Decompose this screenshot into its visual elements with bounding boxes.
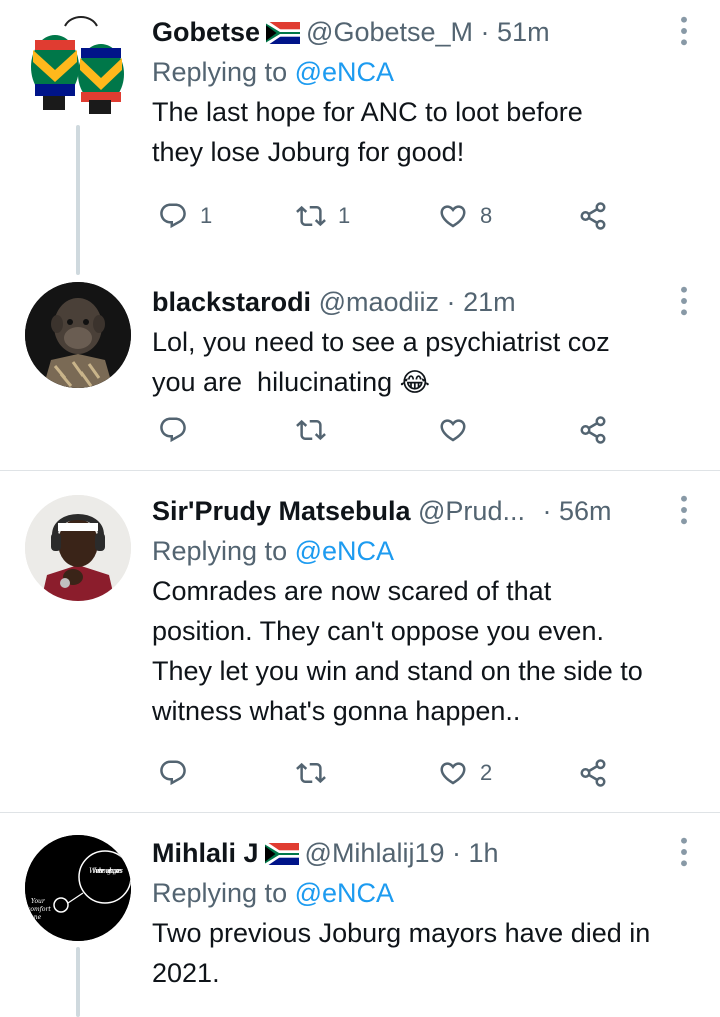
tweet-text: Comrades are now scared of that position… bbox=[152, 571, 684, 731]
tweet-text-line: The last hope for ANC to loot before bbox=[152, 97, 583, 127]
like-count: 8 bbox=[480, 203, 493, 228]
reply-icon bbox=[158, 415, 188, 445]
share-button[interactable] bbox=[578, 753, 608, 793]
retweet-count: 1 bbox=[338, 203, 351, 228]
more-icon[interactable] bbox=[672, 835, 696, 869]
reply-button[interactable] bbox=[158, 410, 188, 450]
replying-to-line: Replying to @eNCA bbox=[152, 52, 684, 92]
display-name[interactable]: blackstarodi bbox=[152, 287, 311, 317]
display-name[interactable]: Sir'Prudy Matsebula bbox=[152, 496, 411, 526]
share-icon bbox=[578, 201, 608, 231]
retweet-button[interactable] bbox=[296, 410, 326, 450]
reply-count: 1 bbox=[200, 203, 213, 228]
tweet-text-line: you are hilucinating 😂 bbox=[152, 362, 684, 402]
separator: · bbox=[446, 287, 456, 317]
reply-icon bbox=[158, 201, 188, 231]
replying-to-link[interactable]: @eNCA bbox=[295, 536, 394, 566]
user-handle[interactable]: @Gobetse_M bbox=[306, 17, 473, 47]
like-count: 2 bbox=[480, 760, 493, 785]
display-name[interactable]: Mihlali J bbox=[152, 838, 259, 868]
like-button[interactable] bbox=[438, 410, 468, 450]
heart-icon bbox=[438, 415, 468, 445]
man-with-headphones-avatar-image bbox=[25, 495, 131, 601]
south-africa-flag-icon bbox=[265, 843, 299, 865]
laughing-emoji: 😂 bbox=[399, 367, 431, 397]
share-button[interactable] bbox=[578, 196, 608, 236]
tweet-text-segment: you are hilucinating bbox=[152, 367, 393, 397]
retweet-button[interactable]: 1 bbox=[296, 196, 350, 236]
share-icon bbox=[578, 758, 608, 788]
display-name[interactable]: Gobetse bbox=[152, 17, 260, 47]
south-africa-flag-icon bbox=[266, 22, 300, 44]
avatar-text: Where the magic happens bbox=[89, 867, 123, 875]
like-button[interactable]: 2 bbox=[438, 753, 492, 793]
heart-icon bbox=[438, 201, 468, 231]
separator: · bbox=[452, 838, 462, 868]
replying-to-link[interactable]: @eNCA bbox=[295, 57, 394, 87]
more-icon[interactable] bbox=[672, 284, 696, 318]
separator: · bbox=[542, 496, 552, 526]
ape-portrait-avatar-image bbox=[25, 282, 131, 388]
avatar-text: comfort bbox=[27, 906, 51, 913]
share-icon bbox=[578, 415, 608, 445]
timestamp[interactable]: 51m bbox=[497, 17, 550, 47]
tweet-text-line: witness what's gonna happen.. bbox=[152, 696, 521, 726]
avatar[interactable] bbox=[25, 12, 131, 118]
user-handle[interactable]: @Mihlalij19 bbox=[305, 838, 445, 868]
thread-line bbox=[76, 125, 80, 275]
share-button[interactable] bbox=[578, 410, 608, 450]
tweet-text-line: 2021. bbox=[152, 958, 220, 988]
retweet-icon bbox=[296, 201, 326, 231]
retweet-button[interactable] bbox=[296, 753, 326, 793]
timestamp[interactable]: 56m bbox=[559, 496, 612, 526]
tweet[interactable]: blackstarodi @maodiiz · 21m Lol, you nee… bbox=[0, 270, 720, 470]
tweet-text-line: position. They can't oppose you even. bbox=[152, 616, 604, 646]
tweet-text: Lol, you need to see a psychiatrist coz … bbox=[152, 322, 684, 402]
replying-to-line: Replying to @eNCA bbox=[152, 873, 684, 913]
tweet-text-line: Comrades are now scared of that bbox=[152, 576, 552, 606]
comfort-zone-drawing-avatar-image: Where the magic happens Your comfort zon… bbox=[25, 835, 131, 941]
reply-button[interactable] bbox=[158, 753, 188, 793]
tweet-text-line: Two previous Joburg mayors have died in bbox=[152, 918, 651, 948]
replying-prefix: Replying to bbox=[152, 878, 295, 908]
timestamp[interactable]: 1h bbox=[469, 838, 499, 868]
replying-prefix: Replying to bbox=[152, 57, 295, 87]
reply-icon bbox=[158, 758, 188, 788]
tweet-text-line: they lose Joburg for good! bbox=[152, 137, 465, 167]
separator: · bbox=[480, 17, 490, 47]
avatar-text: Your bbox=[31, 898, 46, 905]
more-icon[interactable] bbox=[672, 14, 696, 48]
user-handle[interactable]: @Prud... bbox=[418, 496, 525, 526]
avatar[interactable] bbox=[25, 495, 131, 601]
tweet-text: The last hope for ANC to loot before the… bbox=[152, 92, 684, 172]
avatar[interactable] bbox=[25, 282, 131, 388]
tweet[interactable]: Where the magic happens Your comfort zon… bbox=[0, 813, 720, 1017]
user-handle[interactable]: @maodiiz bbox=[319, 287, 439, 317]
retweet-icon bbox=[296, 415, 326, 445]
heart-icon bbox=[438, 758, 468, 788]
avatar-text: zone bbox=[26, 914, 42, 921]
tweet-text: Two previous Joburg mayors have died in … bbox=[152, 913, 684, 993]
replying-prefix: Replying to bbox=[152, 536, 295, 566]
tweet[interactable]: Gobetse @Gobetse_M · 51m Replying to @eNC… bbox=[0, 0, 720, 275]
thread-line bbox=[76, 947, 80, 1017]
timestamp[interactable]: 21m bbox=[463, 287, 516, 317]
like-button[interactable]: 8 bbox=[438, 196, 492, 236]
tweet-text-line: They let you win and stand on the side t… bbox=[152, 656, 643, 686]
boxing-gloves-avatar-image bbox=[31, 16, 124, 114]
more-icon[interactable] bbox=[672, 493, 696, 527]
reply-button[interactable]: 1 bbox=[158, 196, 212, 236]
replying-to-link[interactable]: @eNCA bbox=[295, 878, 394, 908]
replying-to-line: Replying to @eNCA bbox=[152, 531, 684, 571]
tweet[interactable]: Sir'Prudy Matsebula @Prud... · 56m Reply… bbox=[0, 471, 720, 811]
avatar[interactable]: Where the magic happens Your comfort zon… bbox=[25, 835, 131, 941]
tweet-text-line: Lol, you need to see a psychiatrist coz bbox=[152, 327, 610, 357]
retweet-icon bbox=[296, 758, 326, 788]
